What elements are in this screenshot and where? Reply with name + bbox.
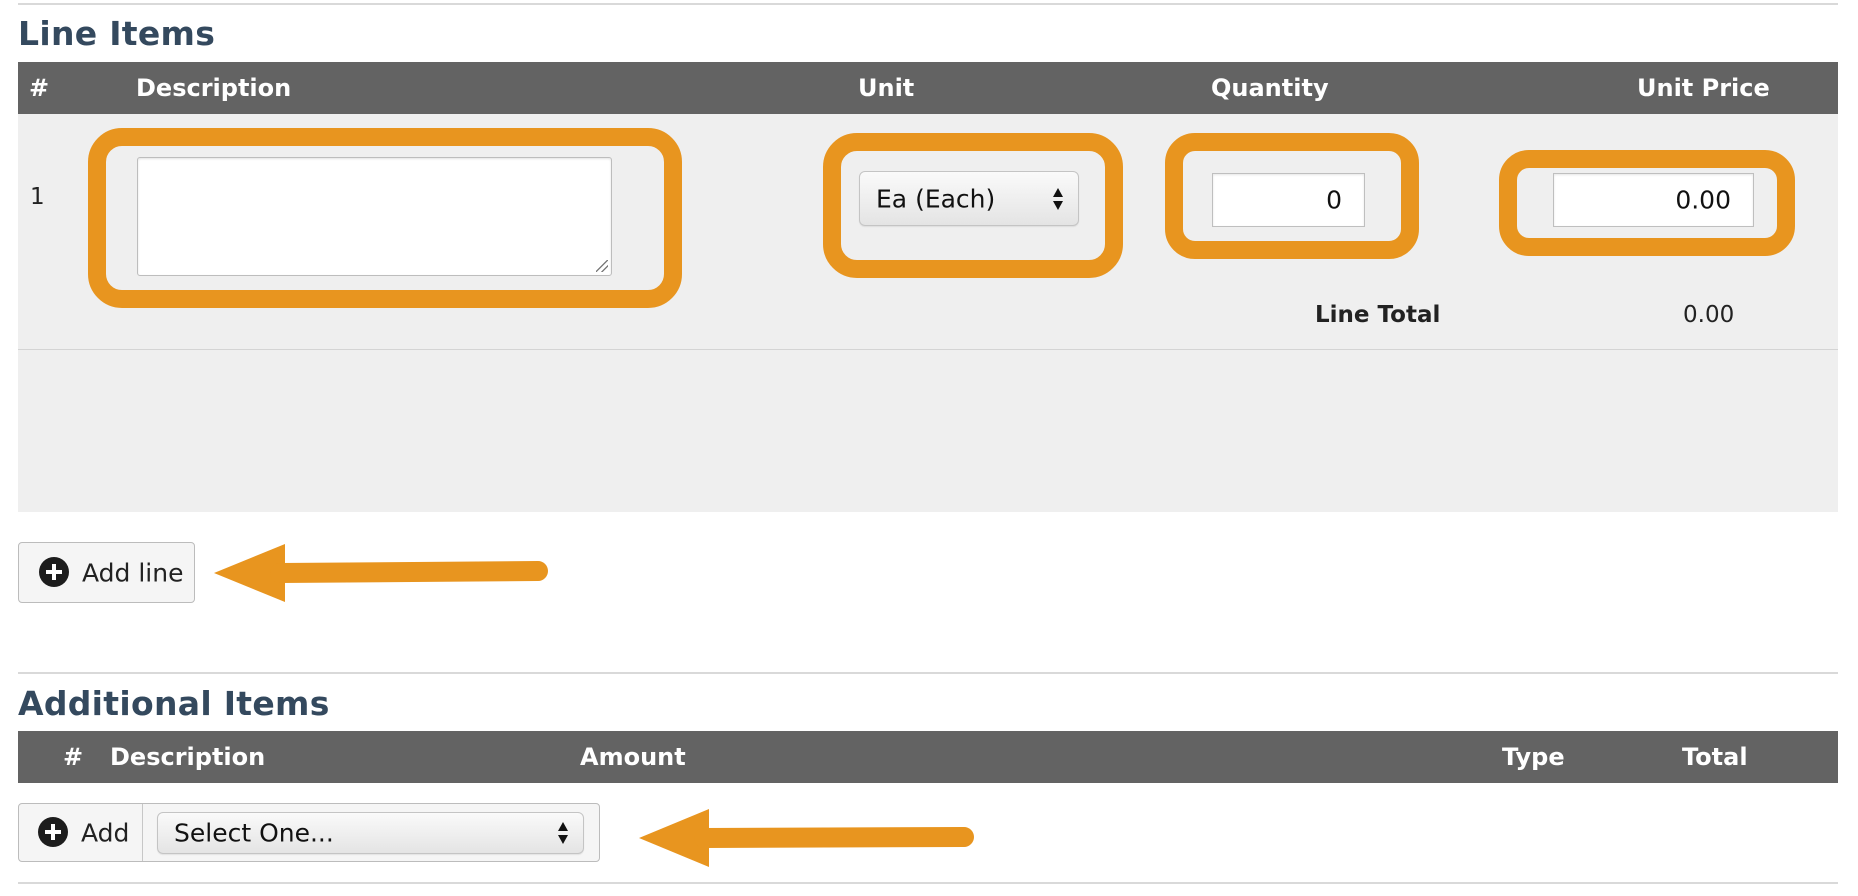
top-divider [18,3,1838,5]
header-unit: Unit [858,74,915,102]
additional-items-title: Additional Items [18,684,330,723]
line-items-header: # Description Unit Quantity Unit Price [18,62,1838,114]
additional-header-amount: Amount [580,743,686,771]
line-total-label: Line Total [1315,302,1441,328]
additional-select-value: Select One... [174,818,334,848]
line-items-empty-area [18,350,1838,512]
plus-circle-icon [39,557,69,587]
additional-items-header: # Description Amount Type Total [18,731,1838,783]
arrow-left-icon [639,809,974,867]
add-line-label: Add line [82,558,184,587]
line-items-title: Line Items [18,14,216,53]
additional-type-select[interactable]: Select One... [157,812,584,854]
additional-header-num: # [63,743,84,771]
add-additional-button[interactable]: Add [19,804,143,861]
highlight-unit-price [1499,150,1795,256]
highlight-description [88,128,682,308]
select-arrows-icon [558,822,568,844]
plus-circle-icon [38,817,68,847]
line-number: 1 [30,184,45,210]
bottom-divider [18,882,1838,884]
add-additional-label: Add [81,818,130,847]
line-total-value: 0.00 [1683,302,1735,328]
header-unit-price: Unit Price [1637,74,1770,102]
additional-header-total: Total [1682,743,1748,771]
additional-header-description: Description [110,743,266,771]
additional-header-type: Type [1502,743,1565,771]
highlight-unit [823,133,1123,278]
add-additional-group: Add Select One... [18,803,600,862]
header-description: Description [136,74,292,102]
add-line-button[interactable]: Add line [18,542,195,603]
header-quantity: Quantity [1211,74,1329,102]
highlight-quantity [1165,133,1419,259]
header-num: # [29,74,50,102]
section-divider [18,672,1838,674]
arrow-left-icon [214,544,548,602]
